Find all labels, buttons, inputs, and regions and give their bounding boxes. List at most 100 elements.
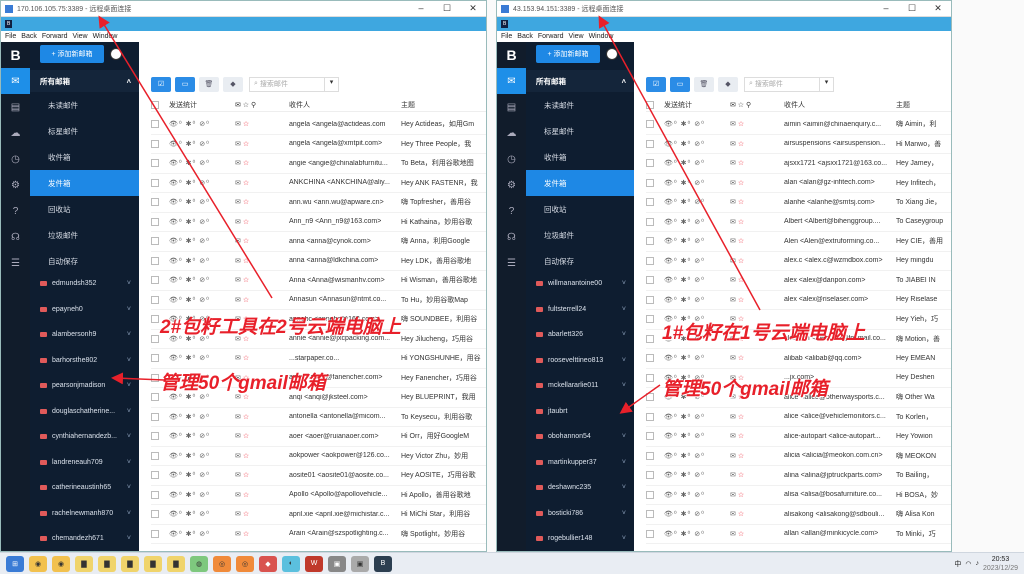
col-stats[interactable]: 发送统计 [664,100,730,110]
folder-trash[interactable]: 回收站 [30,196,139,222]
star-icon[interactable]: ☆ [738,141,744,148]
row-checkbox[interactable] [646,295,654,304]
folder-icon[interactable]: ▇ [121,555,139,572]
row-checkbox[interactable] [151,334,159,343]
support-icon[interactable]: ☊ [497,224,526,250]
row-checkbox[interactable] [646,393,654,402]
add-mailbox-button[interactable]: + 添加新邮箱 [40,45,104,63]
folder-trash[interactable]: 回收站 [526,196,634,222]
account-item[interactable]: obohannon54 ˅ [526,424,634,450]
table-row[interactable]: 👁⁰ ✱⁰ ⊘⁰ ✉ ☆ angela <angela@actideas.com He… [151,115,486,135]
contacts-icon[interactable]: ▤ [1,94,30,120]
account-item[interactable]: epayneh0 ˅ [30,297,139,323]
star-icon[interactable]: ☆ [243,141,249,148]
row-checkbox[interactable] [151,237,159,246]
folder-inbox[interactable]: 收件箱 [526,144,634,170]
list-icon[interactable]: ☰ [1,250,30,276]
folder-sent[interactable]: 发件箱 [30,170,139,196]
star-icon[interactable]: ☆ [243,394,249,401]
row-checkbox[interactable] [151,217,159,226]
help-icon[interactable]: ? [1,198,30,224]
account-item[interactable]: catherineaustinh65 ˅ [30,475,139,501]
account-item[interactable]: landreneauh709 ˅ [30,450,139,476]
row-checkbox[interactable] [646,256,654,265]
clock-icon[interactable]: ◷ [1,146,30,172]
select-all-button[interactable]: ☑ [646,76,666,92]
row-checkbox[interactable] [646,178,654,187]
row-checkbox[interactable] [646,490,654,499]
star-icon[interactable]: ☆ [243,199,249,206]
maximize-button[interactable]: ☐ [434,3,460,14]
app-icon[interactable]: ▣ [351,555,369,572]
chevron-down-icon[interactable]: ˅ [127,484,131,491]
folder-icon[interactable]: ▇ [167,555,185,572]
chevron-down-icon[interactable]: ˅ [622,484,626,491]
menu-view[interactable]: View [569,33,584,40]
star-icon[interactable]: ☆ [738,433,744,440]
folder-starred[interactable]: 标星邮件 [526,118,634,144]
folder-sent[interactable]: 发件箱 [526,170,634,196]
star-icon[interactable]: ☆ [243,121,249,128]
folder-spam[interactable]: 垃圾邮件 [30,222,139,248]
star-icon[interactable]: ☆ [738,277,744,284]
row-checkbox[interactable] [646,373,654,382]
header-checkbox[interactable] [151,101,159,109]
delete-icon[interactable]: 🗑 [199,76,219,92]
table-row[interactable]: 👁⁰ ✱⁰ ⊘⁰ ✉ ☆ angie <angie@chinalabfurnitu.… [151,154,486,174]
close-button[interactable]: ✕ [460,3,486,14]
row-checkbox[interactable] [151,256,159,265]
chevron-down-icon[interactable]: ▾ [324,77,338,91]
wechat-icon[interactable]: ◐ [282,555,300,572]
tag-icon[interactable]: ◆ [223,76,243,92]
star-icon[interactable]: ☆ [738,511,744,518]
star-icon[interactable]: ☆ [243,180,249,187]
header-checkbox[interactable] [646,101,654,109]
table-row[interactable]: 👁⁰ ✱⁰ ⊘⁰ ✉ ☆ Annasun <Annasun@ntmt.co... To… [151,291,486,310]
firefox-icon[interactable]: ◎ [213,555,231,572]
table-row[interactable]: 👁⁰ ✱⁰ ⊘⁰ ✉ ☆ april.xie <april.xie@michista… [151,505,486,525]
row-checkbox[interactable] [646,120,654,129]
chevron-down-icon[interactable]: ˅ [622,510,626,517]
star-icon[interactable]: ☆ [738,472,744,479]
inbox-button[interactable]: ▭ [175,76,195,92]
table-row[interactable]: 👁⁰ ✱⁰ ⊘⁰ ✉ ☆ alibab <alibab@qq.com> Hey EME… [646,349,951,369]
row-checkbox[interactable] [151,315,159,324]
gear-icon[interactable]: ⚙ [497,172,526,198]
row-checkbox[interactable] [646,471,654,480]
folder-icon[interactable]: ▇ [98,555,116,572]
table-row[interactable]: 👁⁰ ✱⁰ ⊘⁰ ✉ ☆ aimin <aimin@chinaenquiry.c..… [646,115,951,135]
row-checkbox[interactable] [151,198,159,207]
account-item[interactable]: barhorsthe802 ˅ [30,348,139,374]
table-row[interactable]: 👁⁰ ✱⁰ ⊘⁰ ✉ ☆ alex <alex@riselaser.com> Hey … [646,291,951,310]
app-icon[interactable]: ◆ [259,555,277,572]
account-item[interactable]: fultsterrell24 ˅ [526,297,634,323]
chevron-down-icon[interactable]: ˅ [127,510,131,517]
row-checkbox[interactable] [151,451,159,460]
menu-file[interactable]: File [5,33,16,40]
table-row[interactable]: 👁⁰ ✱⁰ ⊘⁰ ✉ ☆ Apollo <Apollo@apollovehicle.… [151,486,486,505]
chevron-down-icon[interactable]: ˅ [127,382,131,389]
account-item[interactable]: alambersonh9 ˅ [30,322,139,348]
account-item[interactable]: cynthiahernandezb... ˅ [30,424,139,450]
row-checkbox[interactable] [646,451,654,460]
row-checkbox[interactable] [151,432,159,441]
star-icon[interactable]: ☆ [738,453,744,460]
clock-icon[interactable]: ◷ [497,146,526,172]
chevron-down-icon[interactable]: ˅ [127,433,131,440]
table-row[interactable]: 👁⁰ ✱⁰ ⊘⁰ ✉ ☆ Ann_n9 <Ann_n9@163.com> Hi Kat… [151,213,486,232]
menu-window[interactable]: Window [93,33,118,40]
ime-indicator[interactable]: 中 [954,559,961,569]
chrome-icon[interactable]: ◉ [52,555,70,572]
star-icon[interactable]: ☆ [243,219,249,226]
account-item[interactable]: rogebullier148 ˅ [526,526,634,551]
support-icon[interactable]: ☊ [1,224,30,250]
chevron-down-icon[interactable]: ˅ [622,280,626,287]
star-icon[interactable]: ☆ [243,258,249,265]
account-item[interactable]: abarlett326 ˅ [526,322,634,348]
star-icon[interactable]: ☆ [738,199,744,206]
cloud-icon[interactable]: ☁ [497,120,526,146]
star-icon[interactable]: ☆ [738,180,744,187]
row-checkbox[interactable] [151,393,159,402]
chevron-down-icon[interactable]: ˅ [127,535,131,542]
table-row[interactable]: 👁⁰ ✱⁰ ⊘⁰ ✉ ☆ alex.c <alex.c@wzmdbox.com> He… [646,252,951,271]
